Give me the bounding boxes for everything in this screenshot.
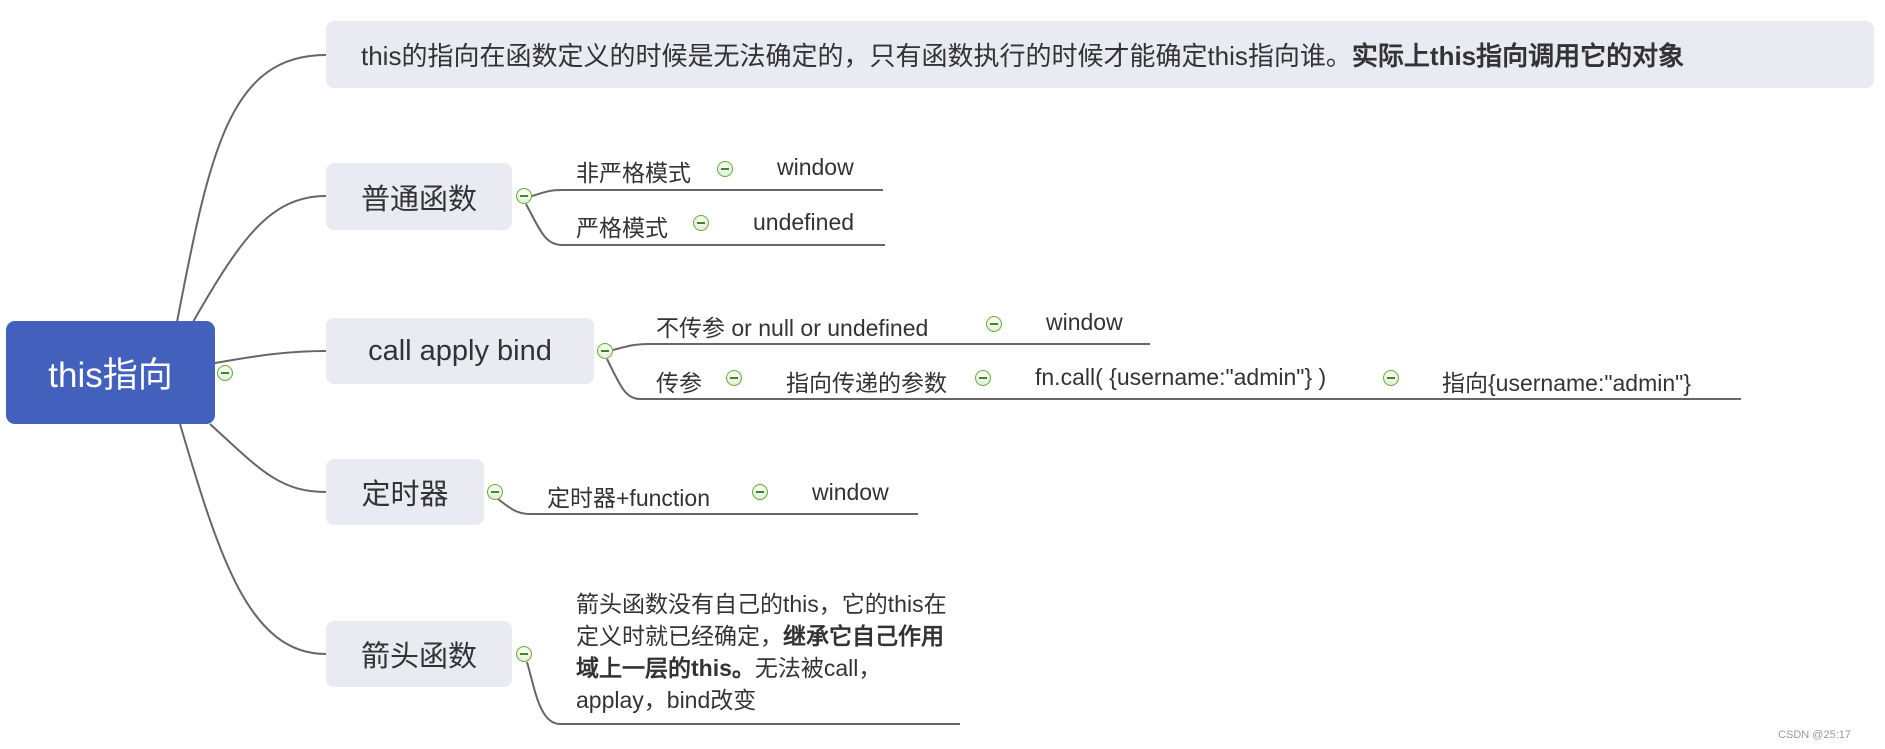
leaf-strict-result[interactable]: undefined	[753, 209, 854, 236]
leaf-nonstrict-mode[interactable]: 非严格模式	[576, 154, 691, 188]
leaf-param-step1[interactable]: 指向传递的参数	[786, 364, 947, 398]
leaf-with-param[interactable]: 传参	[656, 364, 702, 398]
leaf-nonstrict-result[interactable]: window	[777, 154, 854, 181]
summary-bold-text: 实际上this指向调用它的对象	[1351, 41, 1685, 71]
arrow-function-note[interactable]: 箭头函数没有自己的this，它的this在定义时就已经确定，继承它自己作用域上一…	[576, 588, 956, 716]
collapse-icon-step1[interactable]	[975, 370, 991, 386]
collapse-icon-timer-function[interactable]	[752, 484, 768, 500]
collapse-icon-call[interactable]	[597, 343, 613, 359]
root-label: this指向	[48, 356, 173, 395]
link-call-noparam	[612, 343, 1150, 351]
leaf-no-param[interactable]: 不传参 or null or undefined	[656, 309, 928, 343]
watermark: CSDN @25:17	[1778, 729, 1851, 741]
leaf-param-step2[interactable]: fn.call( {username:"admin"} )	[1035, 364, 1326, 391]
topic-label: call apply bind	[368, 334, 552, 367]
topic-label: 普通函数	[360, 183, 477, 216]
leaf-strict-mode[interactable]: 严格模式	[576, 209, 668, 243]
collapse-icon-normal[interactable]	[516, 188, 532, 204]
collapse-icon-with-param[interactable]	[726, 370, 742, 386]
summary-topic[interactable]: this的指向在函数定义的时候是无法确定的，只有函数执行的时候才能确定this指…	[326, 21, 1874, 88]
topic-timer[interactable]: 定时器	[326, 459, 484, 525]
link-root-arrow	[179, 423, 327, 655]
leaf-timer-function[interactable]: 定时器+function	[547, 479, 710, 513]
link-root-summary	[176, 54, 327, 323]
topic-normal-function[interactable]: 普通函数	[326, 163, 512, 230]
topic-call-apply-bind[interactable]: call apply bind	[326, 318, 594, 384]
link-root-timer	[209, 423, 327, 493]
link-normal-nonstrict	[531, 189, 883, 197]
collapse-icon-no-param[interactable]	[986, 316, 1002, 332]
collapse-icon-strict[interactable]	[693, 215, 709, 231]
summary-text: this的指向在函数定义的时候是无法确定的，只有函数执行的时候才能确定this指…	[361, 41, 1352, 71]
collapse-icon-timer[interactable]	[487, 484, 503, 500]
root-topic[interactable]: this指向	[6, 321, 215, 424]
link-root-call	[214, 350, 327, 364]
topic-arrow-function[interactable]: 箭头函数	[326, 621, 512, 687]
collapse-icon-arrow[interactable]	[516, 646, 532, 662]
topic-label: 箭头函数	[360, 641, 477, 673]
collapse-icon-nonstrict[interactable]	[717, 161, 733, 177]
leaf-no-param-result[interactable]: window	[1046, 309, 1123, 336]
leaf-param-result[interactable]: 指向{username:"admin"}	[1442, 364, 1691, 398]
leaf-timer-result[interactable]: window	[812, 479, 889, 506]
collapse-icon-root[interactable]	[217, 365, 233, 381]
collapse-icon-step2[interactable]	[1383, 370, 1399, 386]
link-root-normal	[192, 195, 327, 323]
topic-label: 定时器	[361, 479, 449, 511]
